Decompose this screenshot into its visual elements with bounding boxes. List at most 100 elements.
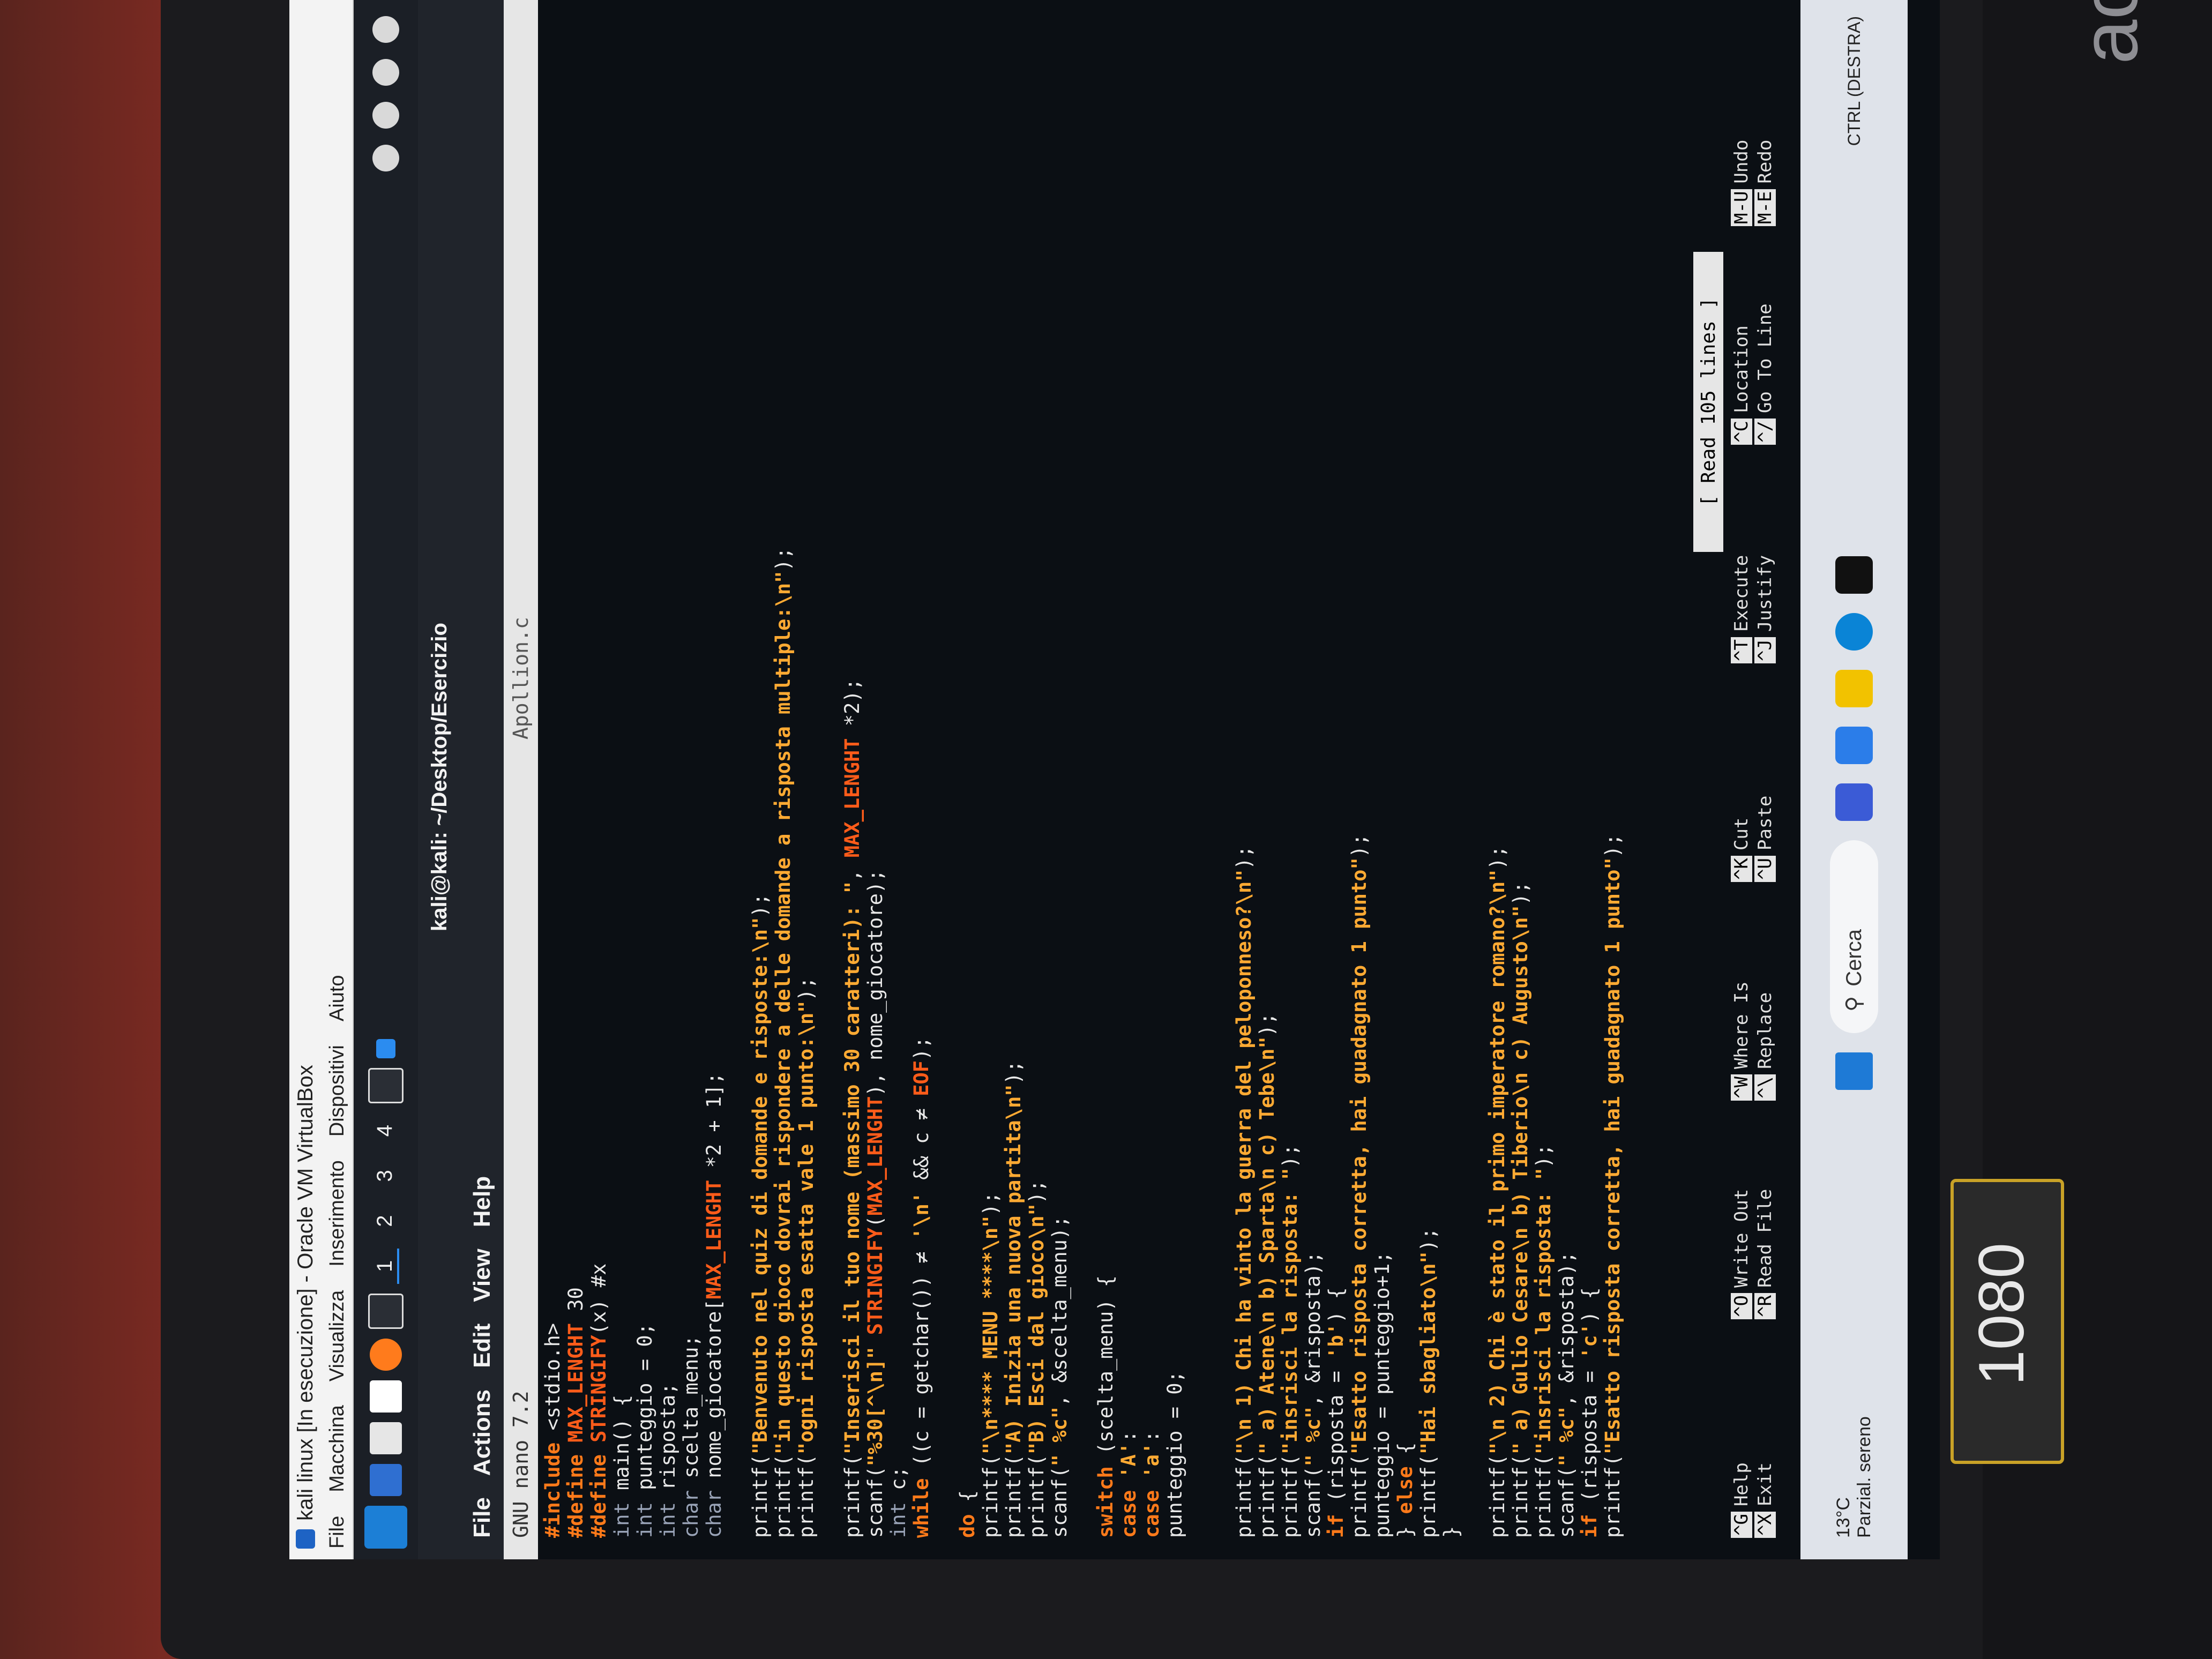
- code-line: char nome_giocatore[MAX_LENGHT *2 + 1];: [703, 1072, 726, 1538]
- code-line: do {: [956, 1490, 979, 1538]
- brand-logo: acer: [2063, 0, 2156, 64]
- shortcut-execute[interactable]: ^T Execute: [1731, 555, 1752, 663]
- battery-icon[interactable]: [372, 145, 399, 171]
- code-line: printf("Hai sbagliato\n");: [1417, 1227, 1440, 1538]
- shortcut-label: Execute: [1731, 555, 1752, 632]
- workspace-2[interactable]: 2: [373, 1204, 399, 1239]
- workspace-4[interactable]: 4: [373, 1113, 399, 1148]
- nano-filename: Apollion.c: [509, 617, 533, 739]
- code-editor[interactable]: #include <stdio.h> #define MAX_LENGHT 30 #…: [538, 0, 1765, 1559]
- shortcut-label: Where Is: [1731, 981, 1752, 1070]
- monitor-screen: kali linux [In esecuzione] - Oracle VM V…: [289, 0, 1940, 1559]
- shortcut-exit[interactable]: ^X Exit: [1754, 1462, 1776, 1538]
- code-line: scanf(" %c", &risposta);: [1555, 1251, 1578, 1538]
- terminal-menu-help[interactable]: Help: [469, 1176, 496, 1227]
- vbox-menubar: File Macchina Visualizza Inserimento Dis…: [322, 0, 354, 1559]
- shortcut-label: Help: [1731, 1462, 1752, 1507]
- sticker-text: 1080: [1966, 1243, 2037, 1386]
- windows-start-icon[interactable]: [1835, 1052, 1873, 1090]
- shortcut-key: ^\: [1754, 1074, 1776, 1101]
- lock-icon[interactable]: [372, 16, 399, 43]
- shortcut-key: ^J: [1754, 637, 1776, 663]
- code-line: printf("Esatto risposta corretta, hai gu…: [1348, 833, 1371, 1538]
- vbox-menu-file[interactable]: File: [326, 1516, 349, 1549]
- terminal-menu-edit[interactable]: Edit: [469, 1324, 496, 1368]
- shortcut-replace[interactable]: ^\ Replace: [1754, 992, 1776, 1101]
- weather-widget[interactable]: 13°C Parzial. sereno: [1833, 1334, 1875, 1538]
- code-line: int c;: [887, 1466, 910, 1538]
- vbox-menu-macchina[interactable]: Macchina: [326, 1405, 349, 1492]
- code-line: printf("Benvenuto nel quiz di domande e …: [749, 893, 772, 1538]
- code-line: printf(" a) Atene\n b) Sparta\n c) Tebe\…: [1256, 1012, 1279, 1538]
- terminal-icon[interactable]: [368, 1294, 403, 1329]
- code-line: case 'a':: [1140, 1430, 1163, 1538]
- task-view-icon[interactable]: [1835, 783, 1873, 821]
- workspace-1[interactable]: 1: [372, 1248, 399, 1284]
- vbox-menu-inserimento[interactable]: Inserimento: [326, 1160, 349, 1267]
- shortcut-label: Replace: [1754, 992, 1776, 1070]
- shortcut-undo[interactable]: M-U Undo: [1731, 140, 1752, 226]
- shortcut-paste[interactable]: ^U Paste: [1754, 796, 1776, 882]
- code-line: int punteggio = 0;: [633, 1323, 656, 1538]
- shortcut-key: ^R: [1754, 1293, 1776, 1319]
- weather-description: Parzial. sereno: [1854, 1416, 1874, 1538]
- vbox-menu-visualizza[interactable]: Visualizza: [326, 1290, 349, 1381]
- store-icon[interactable]: [1835, 556, 1873, 594]
- shortcut-cut[interactable]: ^K Cut: [1731, 818, 1752, 882]
- shortcut-key: ^O: [1731, 1293, 1752, 1319]
- shortcut-key: ^C: [1731, 419, 1752, 445]
- vbox-menu-dispositivi[interactable]: Dispositivi: [326, 1045, 349, 1137]
- kali-top-panel: 1 2 3 4: [354, 0, 418, 1559]
- code-line: char scelta_menu;: [679, 1335, 703, 1538]
- code-line: #define MAX_LENGHT 30: [564, 1287, 587, 1538]
- code-line: printf("insrisci la risposta: ");: [1279, 1144, 1302, 1538]
- shortcut-where-is[interactable]: ^W Where Is: [1731, 981, 1752, 1101]
- taskbar-search[interactable]: ⚲ Cerca: [1830, 840, 1878, 1033]
- code-line: if (risposta = 'b') {: [1325, 1287, 1348, 1538]
- volume-icon[interactable]: [372, 102, 399, 129]
- shortcut-justify[interactable]: ^J Justify: [1754, 555, 1776, 663]
- shortcut-write-out[interactable]: ^O Write Out: [1731, 1189, 1752, 1319]
- firefox-icon[interactable]: [370, 1339, 402, 1371]
- code-line: printf("B) Esci dal gioco\n");: [1025, 1179, 1048, 1538]
- terminal-menu-view[interactable]: View: [469, 1249, 496, 1302]
- code-line: printf("Inserisci il tuo nome (massimo 3…: [841, 678, 864, 1538]
- code-line: printf("in questo gioco dovrai risponder…: [772, 547, 795, 1538]
- shortcut-read-file[interactable]: ^R Read File: [1754, 1189, 1776, 1319]
- terminal-menu-file[interactable]: File: [469, 1497, 496, 1538]
- code-line: case 'A':: [1117, 1430, 1140, 1538]
- shortcut-go-to-line[interactable]: ^/ Go To Line: [1754, 303, 1776, 445]
- terminal-task-icon[interactable]: [368, 1068, 403, 1103]
- file-explorer-icon[interactable]: [1835, 670, 1873, 707]
- shortcut-redo[interactable]: M-E Redo: [1754, 140, 1776, 226]
- code-line: switch (scelta_menu) {: [1094, 1275, 1117, 1538]
- workspace-3[interactable]: 3: [373, 1158, 399, 1193]
- terminal-title: kali@kali: ~/Desktop/Esercizio: [427, 623, 451, 931]
- code-line: printf("\n 2) Chi è stato il primo imper…: [1486, 845, 1509, 1538]
- shortcut-location[interactable]: ^C Location: [1731, 325, 1752, 445]
- files-icon[interactable]: [370, 1422, 402, 1454]
- desktop-icon[interactable]: [370, 1464, 402, 1496]
- shortcut-label: Write Out: [1731, 1189, 1752, 1288]
- chat-icon[interactable]: [1835, 727, 1873, 764]
- vbox-titlebar: kali linux [In esecuzione] - Oracle VM V…: [289, 0, 322, 1559]
- edge-icon[interactable]: [1835, 613, 1873, 651]
- code-line: punteggio = punteggio+1;: [1371, 1251, 1394, 1538]
- windows-taskbar: 13°C Parzial. sereno ⚲ Cerca CTRL (DESTR…: [1800, 0, 1908, 1559]
- shortcut-key: ^K: [1731, 856, 1752, 882]
- text-editor-icon[interactable]: [370, 1380, 402, 1413]
- vbox-menu-aiuto[interactable]: Aiuto: [326, 975, 349, 1022]
- code-line: #include <stdio.h>: [541, 1323, 564, 1538]
- terminal-titlebar: kali@kali: ~/Desktop/Esercizio: [418, 0, 461, 1559]
- shortcut-help[interactable]: ^G Help: [1731, 1462, 1752, 1538]
- notification-bell-icon[interactable]: [372, 59, 399, 86]
- task-indicator-icon[interactable]: [376, 1039, 395, 1058]
- terminal-menu-actions[interactable]: Actions: [469, 1389, 496, 1476]
- nano-version: GNU nano 7.2: [509, 1391, 533, 1538]
- kali-menu-icon[interactable]: [364, 1506, 407, 1549]
- nano-status-bar: [ Read 105 lines ]: [1693, 252, 1723, 552]
